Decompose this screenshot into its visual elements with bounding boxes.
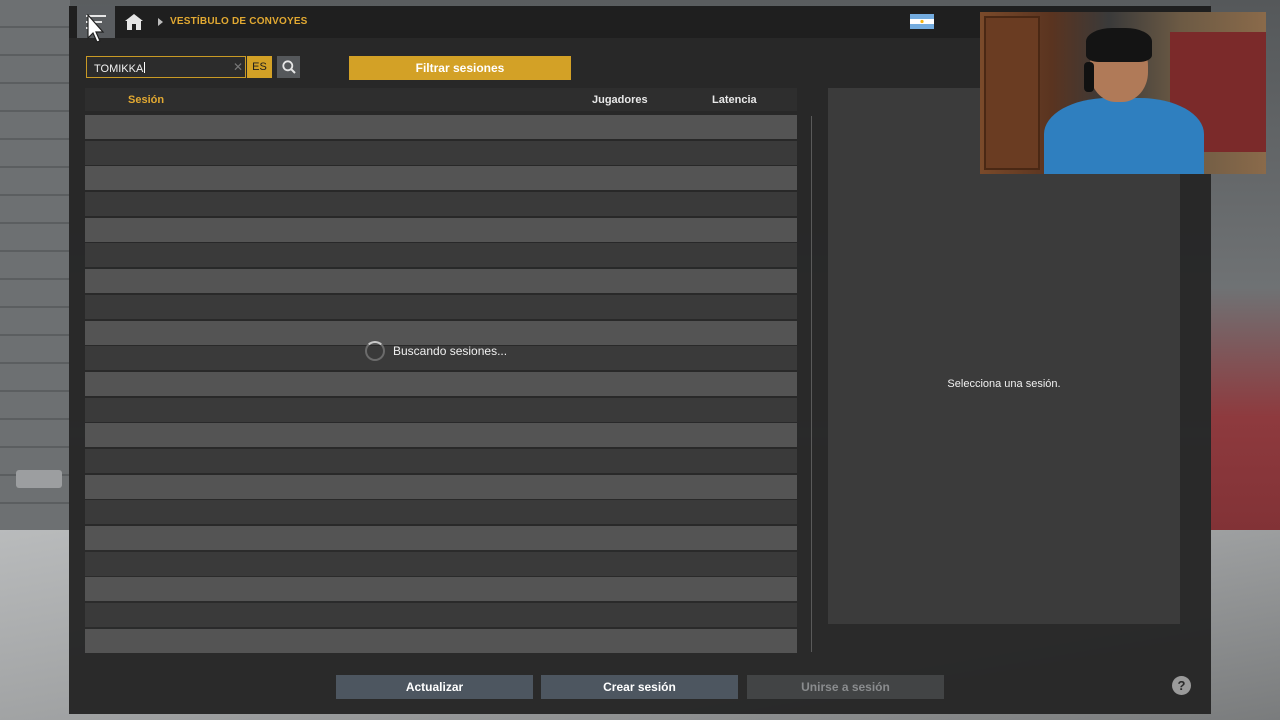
table-row[interactable] [85,115,797,139]
search-icon [281,60,296,74]
table-row[interactable] [85,526,797,550]
table-row[interactable] [85,628,797,653]
table-row[interactable] [85,192,797,217]
webcam-headset [1084,62,1094,92]
table-row[interactable] [85,166,797,191]
table-row[interactable] [85,577,797,602]
home-icon[interactable] [125,14,143,30]
table-row[interactable] [85,474,797,499]
table-row[interactable] [85,423,797,448]
details-empty-text: Selecciona una sesión. [947,378,1061,390]
scrollbar[interactable] [811,116,812,652]
webcam-overlay [980,12,1266,174]
session-list [85,115,797,654]
table-row[interactable] [85,243,797,268]
filter-sessions-button[interactable]: Filtrar sesiones [349,56,571,80]
table-row[interactable] [85,140,797,165]
search-button[interactable] [277,56,300,78]
column-header-session[interactable]: Sesión [128,94,164,106]
webcam-scene-door [984,16,1040,170]
table-row[interactable] [85,217,797,242]
table-row[interactable] [85,269,797,294]
search-input-value: TOMIKKA [94,62,146,75]
table-row[interactable] [85,294,797,319]
create-session-button[interactable]: Crear sesión [541,675,738,699]
column-header-players[interactable]: Jugadores [592,94,648,106]
table-row[interactable] [85,551,797,576]
table-row[interactable] [85,448,797,473]
loading-indicator: Buscando sesiones... [365,341,507,361]
join-session-button[interactable]: Unirse a sesión [747,675,944,699]
refresh-button[interactable]: Actualizar [336,675,533,699]
background-object [16,470,62,488]
mouse-cursor-icon [87,14,105,43]
help-icon[interactable]: ? [1172,676,1191,695]
search-input[interactable]: TOMIKKA ✕ [86,56,246,78]
table-row[interactable] [85,397,797,422]
loading-text: Buscando sesiones... [393,344,508,358]
spinner-icon [365,341,385,361]
breadcrumb-arrow-icon [158,18,163,26]
argentina-flag-icon[interactable] [910,14,934,29]
table-row[interactable] [85,603,797,628]
session-table-header: Sesión Jugadores Latencia [85,88,797,111]
language-button[interactable]: ES [247,56,272,78]
table-row[interactable] [85,371,797,396]
webcam-person-hair [1086,28,1152,62]
column-header-latency[interactable]: Latencia [712,94,757,106]
table-row[interactable] [85,500,797,525]
clear-icon[interactable]: ✕ [233,60,243,74]
breadcrumb[interactable]: VESTÍBULO DE CONVOYES [170,16,308,27]
webcam-person-body [1044,98,1204,174]
